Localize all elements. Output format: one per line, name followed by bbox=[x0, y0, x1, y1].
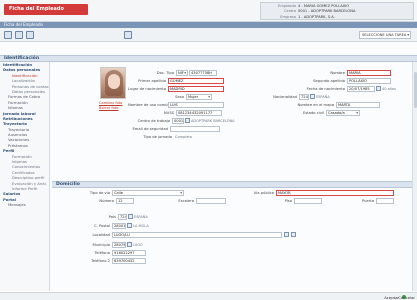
via-publica-input[interactable]: MAYOR bbox=[276, 190, 394, 196]
centro-code-input[interactable]: 0001 bbox=[172, 118, 184, 124]
section-identificacion: Identificación bbox=[0, 55, 417, 62]
telefono2-label: Teléfono 2 bbox=[91, 259, 110, 263]
doc-type-label: Doc. Tipo bbox=[156, 71, 174, 75]
search-icon[interactable] bbox=[284, 232, 289, 237]
lugar-nacimiento-input[interactable]: MADRID bbox=[168, 86, 224, 92]
app-logo: Ficha del Empleado bbox=[4, 4, 88, 15]
info-label: Empresa bbox=[280, 14, 296, 19]
municipio-text: LUGO bbox=[133, 243, 143, 247]
search-icon[interactable] bbox=[185, 118, 190, 123]
doc-type-select[interactable]: NIF bbox=[176, 70, 188, 76]
search-icon[interactable] bbox=[128, 214, 133, 219]
tipo-via-label: Tipo de vía bbox=[89, 191, 110, 195]
photo-face bbox=[108, 74, 120, 89]
apellido1-label: Primer apellido bbox=[138, 79, 166, 83]
municipio-code-input[interactable]: 28079 bbox=[112, 242, 126, 248]
employee-photo bbox=[100, 67, 126, 99]
estado-civil-label: Estado civil bbox=[302, 111, 324, 115]
puerta-input[interactable] bbox=[376, 198, 394, 204]
nombre-uso-input[interactable]: LUIS bbox=[168, 102, 224, 108]
employee-info-panel: Empleado 4 - MARIA GOMEZ POLLAXIO Centro 0… bbox=[260, 2, 414, 20]
vertical-scrollbar[interactable] bbox=[412, 62, 417, 291]
escalera-label: Escalera bbox=[178, 199, 194, 203]
nombre-mapa-label: Nombre en el mapa bbox=[297, 103, 334, 107]
piso-input[interactable] bbox=[294, 198, 322, 204]
grid-icon[interactable] bbox=[124, 31, 132, 39]
nombre-label: Nombre bbox=[330, 71, 345, 75]
email-label: Email de seguridad bbox=[132, 127, 168, 131]
top-header: Ficha del Empleado Empleado 4 - MARIA GOM… bbox=[0, 0, 417, 22]
calendar-icon[interactable] bbox=[376, 86, 381, 91]
sexo-label: Sexo bbox=[175, 95, 184, 99]
codigo-postal-label: C. Postal bbox=[94, 224, 110, 228]
nombre-input[interactable]: MARIA bbox=[347, 70, 391, 76]
search-icon[interactable] bbox=[127, 242, 132, 247]
sidebar: Identificación Datos personales Identifica… bbox=[0, 62, 50, 291]
nacionalidad-text: ESPAÑA bbox=[316, 95, 330, 99]
tipo-jornada-label: Tipo de jornada bbox=[143, 135, 172, 139]
telefono2-input[interactable]: 639700432 bbox=[112, 258, 146, 264]
info-value: 1 - ADOPTPARK, S.A. bbox=[298, 14, 335, 19]
edad-text: 40 años bbox=[382, 87, 396, 91]
pais-label: País bbox=[108, 215, 116, 219]
fecha-nacimiento-label: Fecha de nacimiento bbox=[306, 87, 345, 91]
codigo-postal-input[interactable]: 28001 bbox=[112, 223, 126, 229]
doc-number-input[interactable]: 43077758H bbox=[189, 70, 217, 76]
localidad-label: Localidad bbox=[92, 233, 110, 237]
clear-icon[interactable] bbox=[291, 232, 296, 237]
localidad-input[interactable]: LUGO/LU bbox=[112, 232, 282, 238]
nacionalidad-code-input[interactable]: 724 bbox=[299, 94, 309, 100]
sexo-select[interactable]: Mujer bbox=[186, 94, 212, 100]
lugar-nacimiento-label: Lugar de nacimiento bbox=[128, 87, 166, 91]
status-bar: Aceptar Cancelar bbox=[0, 292, 417, 300]
piso-label: Piso bbox=[284, 199, 292, 203]
cancel-button[interactable]: Cancelar bbox=[398, 295, 415, 300]
centro-label: Centro de trabajo bbox=[137, 119, 170, 123]
nombre-mapa-input[interactable]: MARTA bbox=[336, 102, 380, 108]
document-icon[interactable] bbox=[26, 31, 34, 39]
save-icon[interactable] bbox=[4, 31, 12, 39]
apellido2-label: Segundo apellido bbox=[313, 79, 345, 83]
apellido2-input[interactable]: POLLAXIO bbox=[347, 78, 391, 84]
codigo-postal-text: LA MOLA bbox=[133, 224, 149, 228]
delete-photo-link[interactable]: Borrar foto bbox=[99, 106, 118, 110]
numero-input[interactable]: 12 bbox=[116, 198, 134, 204]
escalera-input[interactable] bbox=[196, 198, 226, 204]
puerta-label: Puerta bbox=[362, 199, 374, 203]
municipio-label: Municipio bbox=[92, 243, 110, 247]
search-icon[interactable] bbox=[127, 223, 132, 228]
tipo-via-select[interactable]: Calle bbox=[112, 190, 184, 196]
numero-label: Número bbox=[99, 199, 114, 203]
estado-civil-select[interactable]: Casado/a bbox=[326, 110, 360, 116]
sidebar-item[interactable]: Mensajes bbox=[0, 202, 49, 207]
pais-text: ESPAÑA bbox=[134, 215, 148, 219]
apellido1-input[interactable]: GOMEZ bbox=[168, 78, 224, 84]
fecha-nacimiento-input[interactable]: 20/07/1985 bbox=[347, 86, 375, 92]
pais-code-input[interactable]: 724 bbox=[118, 214, 127, 220]
toolbar: SELECCIONE UNA TAREA ▾ bbox=[0, 28, 417, 42]
telefono-input[interactable]: 916022297 bbox=[112, 250, 146, 256]
app-window: { "header": { "logo_text": "Ficha del Em… bbox=[0, 0, 417, 300]
change-photo-link[interactable]: Cambiar foto bbox=[99, 101, 122, 105]
telefono-label: Teléfono bbox=[94, 251, 110, 255]
task-select[interactable]: SELECCIONE UNA TAREA ▾ bbox=[359, 31, 411, 39]
print-icon[interactable] bbox=[15, 31, 23, 39]
nacionalidad-label: Nacionalidad bbox=[273, 95, 297, 99]
chevron-down-icon: ▾ bbox=[407, 33, 409, 37]
email-input[interactable] bbox=[170, 126, 220, 132]
search-icon[interactable] bbox=[310, 94, 315, 99]
via-publica-label: Vía pública bbox=[253, 191, 274, 195]
nombre-uso-label: Nombre de uso común bbox=[128, 103, 170, 107]
centro-text: ADOPTPARK BARCELONA bbox=[191, 119, 235, 123]
section-domicilio: Domicilio bbox=[52, 181, 412, 188]
tipo-jornada-text: Completa bbox=[175, 135, 192, 139]
nuss-input[interactable]: 081234432091177 bbox=[176, 110, 222, 116]
accept-button[interactable]: Aceptar bbox=[384, 295, 399, 300]
nuss-label: NUSS bbox=[163, 111, 174, 115]
